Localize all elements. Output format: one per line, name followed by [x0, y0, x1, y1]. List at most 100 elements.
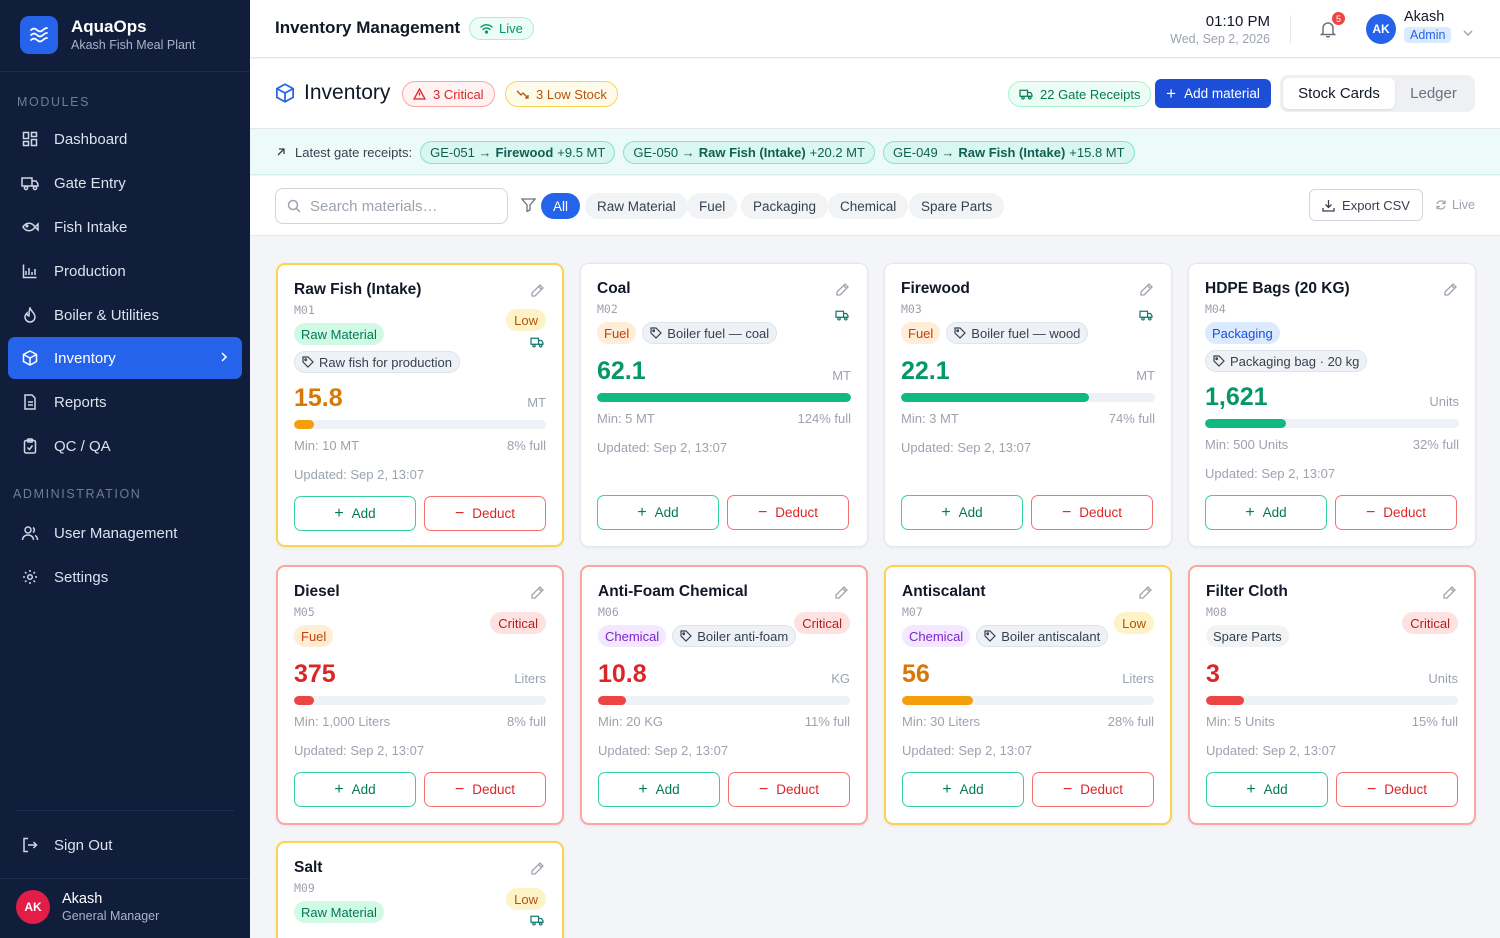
- notifications-button[interactable]: 5: [1319, 12, 1345, 42]
- quantity-value: 375: [294, 660, 336, 688]
- note-text: Raw fish for production: [319, 354, 452, 370]
- pencil-icon[interactable]: [1138, 585, 1154, 601]
- add-stock-button[interactable]: + Add: [598, 772, 720, 807]
- quantity-unit: MT: [527, 395, 546, 410]
- deduct-stock-button[interactable]: − Deduct: [424, 496, 546, 531]
- filter-chemical[interactable]: Chemical: [828, 193, 909, 219]
- nav-user-management[interactable]: User Management: [8, 512, 242, 554]
- pencil-icon[interactable]: [530, 585, 546, 601]
- receipt-id: GE-049 →: [892, 144, 955, 160]
- sign-out-button[interactable]: Sign Out: [8, 824, 242, 866]
- nav-reports[interactable]: Reports: [8, 381, 242, 423]
- filter-icon[interactable]: [520, 198, 537, 217]
- sidebar-user[interactable]: AK Akash General Manager: [16, 890, 159, 924]
- gate-receipts-badge[interactable]: 22 Gate Receipts: [1008, 81, 1152, 107]
- download-icon: [1322, 199, 1335, 212]
- category-badge: Raw Material: [294, 901, 384, 923]
- filter-spare-parts[interactable]: Spare Parts: [909, 193, 1005, 219]
- nav-label: Production: [54, 262, 126, 280]
- pencil-icon[interactable]: [1442, 585, 1458, 601]
- status-badge: Critical: [490, 612, 546, 634]
- clock-time: 01:10 PM: [1205, 13, 1270, 30]
- deduct-stock-button[interactable]: − Deduct: [1031, 495, 1153, 530]
- material-name: Salt: [294, 859, 323, 876]
- fish-icon: [21, 218, 39, 236]
- nav-settings[interactable]: Settings: [8, 556, 242, 598]
- chevron-down-icon[interactable]: [1462, 24, 1474, 42]
- material-name: Antiscalant: [902, 583, 986, 600]
- quantity-value: 1,621: [1205, 383, 1268, 411]
- brand-subtitle: Akash Fish Meal Plant: [71, 37, 196, 52]
- add-stock-button[interactable]: + Add: [294, 496, 416, 531]
- pencil-icon[interactable]: [530, 283, 546, 299]
- bell-icon: [1319, 22, 1337, 42]
- add-stock-button[interactable]: + Add: [901, 495, 1023, 530]
- filter-fuel[interactable]: Fuel: [687, 193, 738, 219]
- flame-icon: [21, 306, 39, 324]
- receipt-chip[interactable]: GE-051 → Firewood +9.5 MT: [420, 140, 616, 164]
- page-title: Inventory Management: [275, 18, 461, 37]
- brand-name: AquaOps: [71, 16, 147, 36]
- live-refresh-indicator[interactable]: Live: [1435, 198, 1475, 212]
- nav-dashboard[interactable]: Dashboard: [8, 118, 242, 160]
- nav-inventory[interactable]: Inventory: [8, 337, 242, 379]
- pencil-icon[interactable]: [530, 861, 546, 877]
- user-menu[interactable]: Akash Admin: [1404, 9, 1452, 44]
- pencil-icon[interactable]: [1139, 282, 1155, 298]
- receipt-chip[interactable]: GE-050 → Raw Fish (Intake) +20.2 MT: [623, 140, 875, 164]
- divider: [0, 71, 250, 72]
- filter-all[interactable]: All: [541, 193, 581, 219]
- truck-icon: [530, 335, 546, 349]
- nav-qc-qa[interactable]: QC / QA: [8, 425, 242, 467]
- deduct-label: Deduct: [1080, 782, 1124, 797]
- category-badge: Fuel: [294, 625, 334, 647]
- deduct-stock-button[interactable]: − Deduct: [728, 772, 850, 807]
- sign-out-icon: [21, 836, 39, 854]
- search-box[interactable]: Search materials…: [275, 188, 508, 224]
- deduct-stock-button[interactable]: − Deduct: [727, 495, 849, 530]
- tab-ledger[interactable]: Ledger: [1395, 78, 1472, 109]
- add-stock-button[interactable]: + Add: [294, 772, 416, 807]
- deduct-label: Deduct: [775, 505, 819, 520]
- pencil-icon[interactable]: [1443, 282, 1459, 298]
- brand[interactable]: AquaOps Akash Fish Meal Plant: [20, 16, 195, 54]
- tag-icon: [1213, 355, 1225, 367]
- stock-card: Filter Cloth M08 Spare Parts Critical 3 Units…: [1188, 565, 1476, 825]
- pencil-icon[interactable]: [835, 282, 851, 298]
- add-stock-button[interactable]: + Add: [1205, 495, 1327, 530]
- tag-icon: [650, 327, 663, 339]
- stock-progress-bar: [598, 696, 850, 705]
- add-material-button[interactable]: + Add material: [1155, 79, 1271, 108]
- search-input[interactable]: Search materials…: [310, 198, 438, 215]
- nav-gate-entry[interactable]: Gate Entry: [8, 162, 242, 204]
- filter-raw-material[interactable]: Raw Material: [585, 193, 688, 219]
- tag-row: Fuel Boiler fuel — coal: [597, 322, 807, 344]
- nav-fish-intake[interactable]: Fish Intake: [8, 206, 242, 248]
- live-label: Live: [1452, 198, 1475, 212]
- dashboard-icon: [21, 130, 39, 148]
- add-stock-button[interactable]: + Add: [902, 772, 1024, 807]
- deduct-stock-button[interactable]: − Deduct: [1336, 772, 1458, 807]
- add-stock-button[interactable]: + Add: [1206, 772, 1328, 807]
- deduct-stock-button[interactable]: − Deduct: [1032, 772, 1154, 807]
- export-csv-button[interactable]: Export CSV: [1309, 189, 1423, 221]
- fill-percent: 8% full: [506, 438, 546, 453]
- tag-row: Chemical Boiler antiscalant: [902, 625, 1112, 647]
- minus-icon: −: [757, 503, 768, 521]
- receipt-chip[interactable]: GE-049 → Raw Fish (Intake) +15.8 MT: [882, 140, 1135, 164]
- quantity-unit: MT: [832, 368, 851, 383]
- deduct-stock-button[interactable]: − Deduct: [424, 772, 546, 807]
- avatar[interactable]: AK: [1366, 14, 1396, 44]
- deduct-stock-button[interactable]: − Deduct: [1335, 495, 1457, 530]
- low-stock-badge[interactable]: 3 Low Stock: [505, 81, 618, 107]
- quantity-unit: Units: [1429, 394, 1459, 409]
- deduct-label: Deduct: [1383, 505, 1427, 520]
- add-stock-button[interactable]: + Add: [597, 495, 719, 530]
- filter-packaging[interactable]: Packaging: [741, 193, 829, 219]
- tab-stock-cards[interactable]: Stock Cards: [1283, 78, 1395, 109]
- pencil-icon[interactable]: [834, 585, 850, 601]
- critical-badge[interactable]: 3 Critical: [402, 81, 495, 107]
- nav-production[interactable]: Production: [8, 250, 242, 292]
- nav-boiler-utilities[interactable]: Boiler & Utilities: [8, 294, 242, 336]
- quantity-unit: Units: [1428, 671, 1458, 686]
